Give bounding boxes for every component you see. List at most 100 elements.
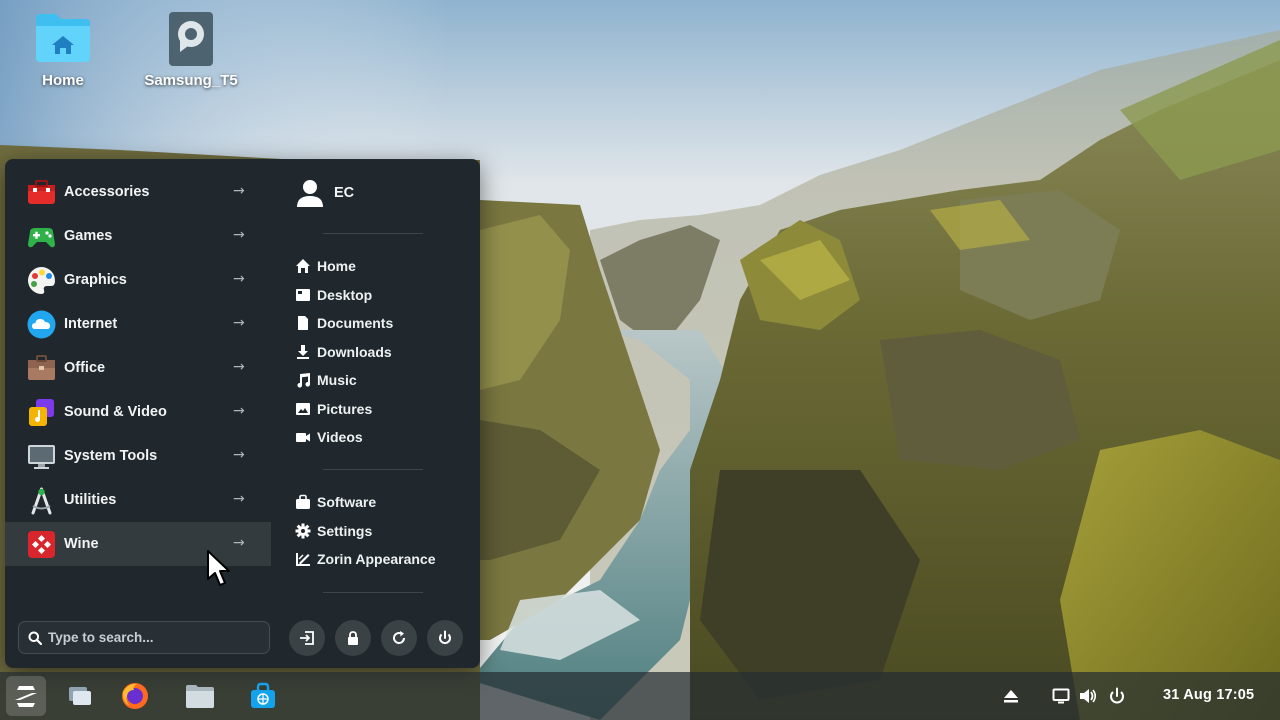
place-documents[interactable]: Documents: [295, 312, 393, 334]
desktop-icon-label: Samsung_T5: [144, 72, 238, 89]
files-button[interactable]: [180, 676, 220, 716]
palette-icon: [27, 266, 56, 295]
lock-button[interactable]: [335, 620, 371, 656]
appearance-icon: [295, 551, 311, 567]
place-label: Documents: [317, 315, 394, 331]
place-music[interactable]: Music: [295, 369, 357, 391]
category-graphics[interactable]: Graphics →: [5, 258, 271, 302]
desktop-icon-home[interactable]: Home: [8, 10, 118, 89]
category-label: Internet: [64, 316, 118, 332]
desktop-icon: [295, 287, 311, 303]
wine-icon: [27, 530, 56, 559]
firefox-icon: [122, 683, 148, 709]
power-off-button[interactable]: [427, 620, 463, 656]
system-label: Zorin Appearance: [317, 551, 436, 567]
system-zorin-appearance[interactable]: Zorin Appearance: [295, 548, 436, 570]
desktop-icon-label: Home: [42, 72, 84, 89]
places-column: EC Home Desktop Documents Downloads Musi…: [273, 159, 480, 668]
arrow-right-icon: →: [233, 403, 245, 419]
separator: [323, 592, 423, 593]
monitor-icon: [27, 442, 56, 471]
place-pictures[interactable]: Pictures: [295, 398, 372, 420]
category-games[interactable]: Games →: [5, 214, 271, 258]
toolbox-icon: [27, 178, 56, 207]
place-label: Music: [317, 372, 357, 388]
category-label: Utilities: [64, 492, 117, 508]
restart-icon: [393, 631, 406, 644]
video-icon: [295, 429, 311, 445]
software-store-icon: [251, 682, 275, 708]
mouse-cursor-icon: [207, 550, 230, 586]
arrow-right-icon: →: [233, 359, 245, 375]
arrow-right-icon: →: [233, 183, 245, 199]
logout-button[interactable]: [289, 620, 325, 656]
logout-icon: [300, 631, 314, 645]
category-sound-video[interactable]: Sound & Video →: [5, 390, 271, 434]
volume-icon[interactable]: [1079, 687, 1097, 705]
window-switcher-button[interactable]: [60, 676, 100, 716]
place-label: Videos: [317, 429, 363, 445]
place-downloads[interactable]: Downloads: [295, 341, 392, 363]
zorin-menu-icon: [15, 686, 37, 707]
system-settings[interactable]: Settings: [295, 520, 372, 542]
user-icon: [297, 180, 323, 207]
lock-icon: [348, 631, 358, 645]
category-system-tools[interactable]: System Tools →: [5, 434, 271, 478]
music-icon: [295, 372, 311, 388]
place-label: Pictures: [317, 401, 373, 417]
separator: [323, 233, 423, 234]
software-store-button[interactable]: [243, 676, 283, 716]
system-label: Settings: [317, 523, 373, 539]
category-label: Accessories: [64, 184, 150, 200]
place-home[interactable]: Home: [295, 255, 356, 277]
user-button[interactable]: EC: [297, 179, 354, 207]
category-accessories[interactable]: Accessories →: [5, 170, 271, 214]
taskbar: 31 Aug 17:05: [0, 672, 1280, 720]
music-note-icon: [27, 398, 56, 427]
system-label: Software: [317, 494, 377, 510]
arrow-right-icon: →: [233, 447, 245, 463]
category-utilities[interactable]: Utilities →: [5, 478, 271, 522]
arrow-right-icon: →: [233, 535, 245, 551]
place-label: Desktop: [317, 287, 373, 303]
category-internet[interactable]: Internet →: [5, 302, 271, 346]
place-label: Downloads: [317, 344, 392, 360]
display-icon[interactable]: [1052, 687, 1070, 705]
category-office[interactable]: Office →: [5, 346, 271, 390]
separator: [323, 469, 423, 470]
power-icon[interactable]: [1108, 687, 1126, 705]
download-icon: [295, 344, 311, 360]
category-label: Graphics: [64, 272, 127, 288]
place-desktop[interactable]: Desktop: [295, 284, 372, 306]
user-name: EC: [334, 185, 355, 201]
system-software[interactable]: Software: [295, 491, 376, 513]
search-input[interactable]: [48, 630, 248, 645]
eject-icon[interactable]: [1002, 687, 1020, 705]
firefox-button[interactable]: [115, 676, 155, 716]
gear-icon: [295, 523, 311, 539]
cloud-icon: [27, 310, 56, 339]
folder-home-icon: [34, 10, 92, 68]
category-label: Office: [64, 360, 106, 376]
briefcase-icon: [27, 354, 56, 383]
zorin-menu-button[interactable]: [6, 676, 46, 716]
category-label: Games: [64, 228, 113, 244]
desktop-icon-samsung-t5[interactable]: Samsung_T5: [136, 10, 246, 89]
home-icon: [295, 258, 311, 274]
arrow-right-icon: →: [233, 271, 245, 287]
gamepad-icon: [27, 222, 56, 251]
arrow-right-icon: →: [233, 315, 245, 331]
zorin-app-menu: Accessories → Games → Graphics → Interne…: [5, 159, 480, 668]
search-icon: [28, 631, 42, 645]
search-box[interactable]: [18, 621, 270, 654]
files-icon: [186, 685, 214, 708]
window-switcher-icon: [69, 687, 91, 705]
place-label: Home: [317, 258, 356, 274]
document-icon: [295, 315, 311, 331]
category-label: Sound & Video: [64, 404, 167, 420]
category-label: Wine: [64, 536, 99, 552]
restart-button[interactable]: [381, 620, 417, 656]
clock[interactable]: 31 Aug 17:05: [1163, 687, 1254, 703]
place-videos[interactable]: Videos: [295, 426, 363, 448]
drive-icon: [162, 10, 220, 68]
